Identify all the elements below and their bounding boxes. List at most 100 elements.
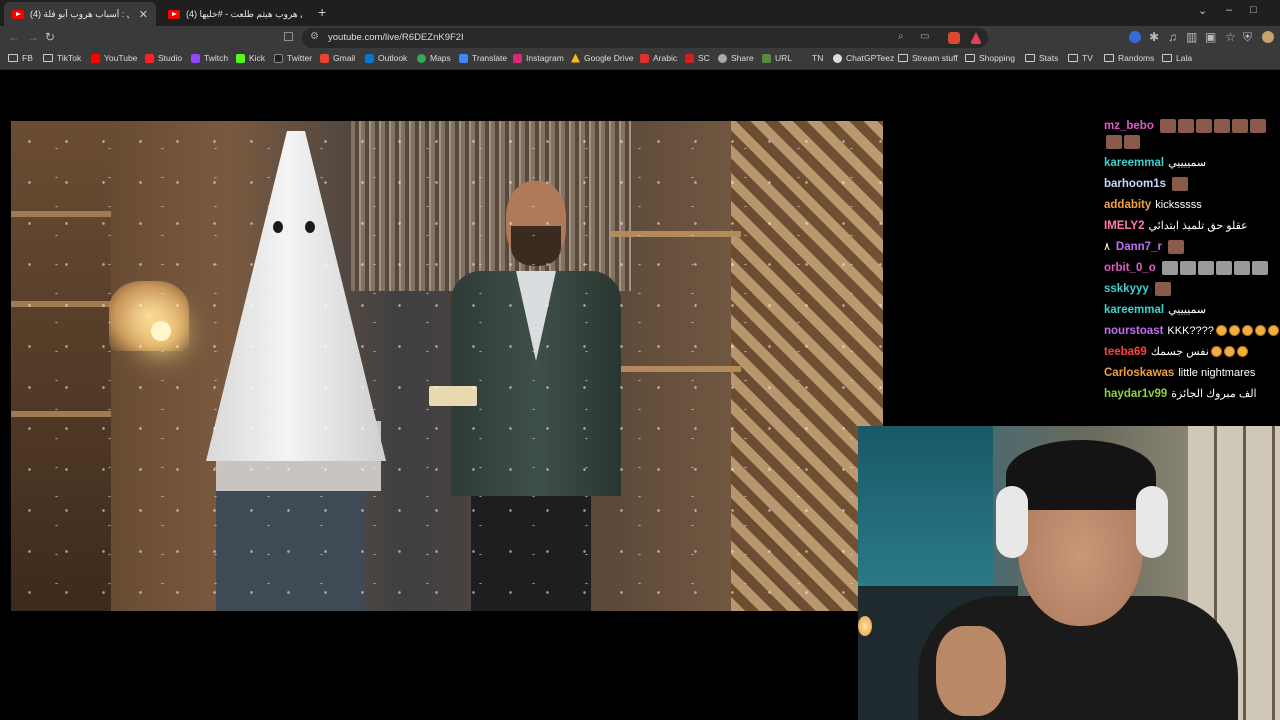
chat-username[interactable]: Carloskawas [1104,367,1174,379]
tab-inactive[interactable]: (4) تفاصيل هروب هيثم طلعت - #خليها... [160,2,310,26]
profile-avatar-icon[interactable] [1262,31,1274,43]
bookmark-label: Studio [158,53,183,63]
chat-message: orbit_0_o [1104,260,1280,276]
bookmark-chatgpteez[interactable]: ChatGPTeez [833,53,894,63]
bookmark-lala[interactable]: Lala [1162,53,1192,63]
drive-icon [571,53,580,63]
chat-username[interactable]: kareemmal [1104,304,1164,316]
bookmark-label: Stream stuff [912,53,958,63]
new-tab-button[interactable]: + [318,4,326,20]
bookmark-tn[interactable]: TN [812,53,823,63]
bookmark-randoms[interactable]: Randoms [1104,53,1154,63]
bookmark-label: Instagram [526,53,564,63]
bookmark-fb[interactable]: FB [8,53,33,63]
chat-emote-icon [1236,346,1248,358]
bookmark-twitter[interactable]: Twitter [274,53,312,63]
chat-emote-icon [1210,346,1222,358]
chat-username[interactable]: Dann7_r [1116,241,1162,253]
forward-icon[interactable]: → [27,30,39,44]
bookmark-label: ChatGPTeez [846,53,895,63]
chat-username[interactable]: haydar1v99 [1104,388,1167,400]
url-icon [762,53,771,63]
chat-username[interactable]: mz_bebo [1104,120,1154,132]
bookmark-twitch[interactable]: Twitch [191,53,228,63]
bookmark-label: Stats [1039,53,1059,63]
close-tab-icon[interactable]: ✕ [139,8,148,21]
sc-icon [685,53,694,63]
bookmark-url[interactable]: URL [762,53,792,63]
zoom-icon[interactable]: ⌕ [898,31,904,42]
vpn-shield-icon[interactable]: ⛨ [1243,30,1252,45]
bookmark-youtube[interactable]: YouTube [91,53,137,63]
chat-username[interactable]: kareemmal [1104,157,1164,169]
webcam-background-screen [858,426,993,586]
tab-title: (4) بث عاجل : أسباب هروب أبو فلة! [30,8,129,19]
tab-search-icon[interactable]: ⌄ [1198,4,1207,17]
extension-globe-icon[interactable] [1129,31,1141,43]
bookmark-outlook[interactable]: Outlook [365,53,407,63]
cast-icon[interactable]: ▭ [920,31,929,42]
sidebar-icon[interactable]: ▥ [1186,30,1197,44]
chat-text: نفس جسمك [1150,346,1209,358]
minimize-button[interactable]: – [1226,4,1232,16]
tab-title: (4) تفاصيل هروب هيثم طلعت - #خليها... [186,8,302,19]
bookmark-tiktok[interactable]: TikTok [43,53,81,63]
address-bar[interactable]: ⚙ youtube.com/live/R6DEZnK9F2I ⌕ ▭ [302,28,988,48]
save-icon[interactable]: ☆ [1225,30,1236,44]
chat-message: addabity kicksssss [1104,197,1280,213]
headphone-right [1136,486,1168,558]
youtube-video-player[interactable] [11,121,883,611]
chat-emote-icon [1215,260,1232,275]
bookmark-instagram[interactable]: Instagram [513,53,564,63]
chat-text: KKK???? [1167,325,1214,337]
extension-shield-icon[interactable] [948,32,960,44]
site-info-icon[interactable]: ⚙ [310,31,319,42]
browser-toolbar: ← → ↻ ☐ ⚙ youtube.com/live/R6DEZnK9F2I ⌕… [0,26,1280,50]
chat-username[interactable]: barhoom1s [1104,178,1166,190]
bookmark-stats[interactable]: Stats [1025,53,1058,63]
bookmark-translate[interactable]: Translate [459,53,507,63]
folder-icon [1162,54,1172,62]
chat-username[interactable]: teeba69 [1104,346,1147,358]
bookmark-share[interactable]: Share [718,53,754,63]
back-icon[interactable]: ← [8,30,20,44]
media-control-icon[interactable]: ♫ [1168,30,1177,44]
headphone-left [996,486,1028,558]
bookmark-gmail[interactable]: Gmail [320,53,355,63]
bookmark-label: TN [812,53,824,63]
bookmark-sc[interactable]: SC [685,53,710,63]
bookmark-google-drive[interactable]: Google Drive [571,53,634,63]
arabic-icon [640,53,649,63]
bookmark-label: Maps [430,53,451,63]
bookmark-stream-stuff[interactable]: Stream stuff [898,53,958,63]
maximize-button[interactable]: □ [1250,4,1257,16]
bookmark-icon[interactable]: ☐ [283,30,294,44]
tab-active[interactable]: (4) بث عاجل : أسباب هروب أبو فلة! ✕ [4,2,156,26]
chat-username[interactable]: orbit_0_o [1104,262,1156,274]
streamer-hand [936,626,1006,716]
chat-username[interactable]: IMELY2 [1104,220,1144,232]
extension-triangle-icon[interactable] [970,32,982,44]
chat-message: nourstoast KKK???? [1104,323,1280,339]
bookmark-label: SC [698,53,710,63]
chat-username[interactable]: sskkyyy [1104,283,1149,295]
chat-text: الف مبروك الجائزة [1171,388,1257,400]
bookmark-tv[interactable]: TV [1068,53,1093,63]
bookmark-kick[interactable]: Kick [236,53,265,63]
tab-groups-icon[interactable]: ▣ [1205,30,1216,44]
bookmark-maps[interactable]: Maps [417,53,451,63]
chat-username[interactable]: addabity [1104,199,1151,211]
folder-icon [965,54,975,62]
chatgpt-icon [833,53,842,63]
folder-icon [898,54,908,62]
reload-icon[interactable]: ↻ [45,30,55,44]
chat-username[interactable]: nourstoast [1104,325,1163,337]
extensions-puzzle-icon[interactable]: ✱ [1149,30,1159,44]
bookmark-arabic[interactable]: Arabic [640,53,677,63]
youtube-icon [91,53,100,63]
folder-icon [43,54,53,62]
bookmark-studio[interactable]: Studio [145,53,182,63]
live-chat-overlay: mz_bebo kareemmal سمييييي barhoom1s addabity… [1104,118,1280,407]
bookmark-shopping[interactable]: Shopping [965,53,1015,63]
bookmark-label: URL [775,53,793,63]
